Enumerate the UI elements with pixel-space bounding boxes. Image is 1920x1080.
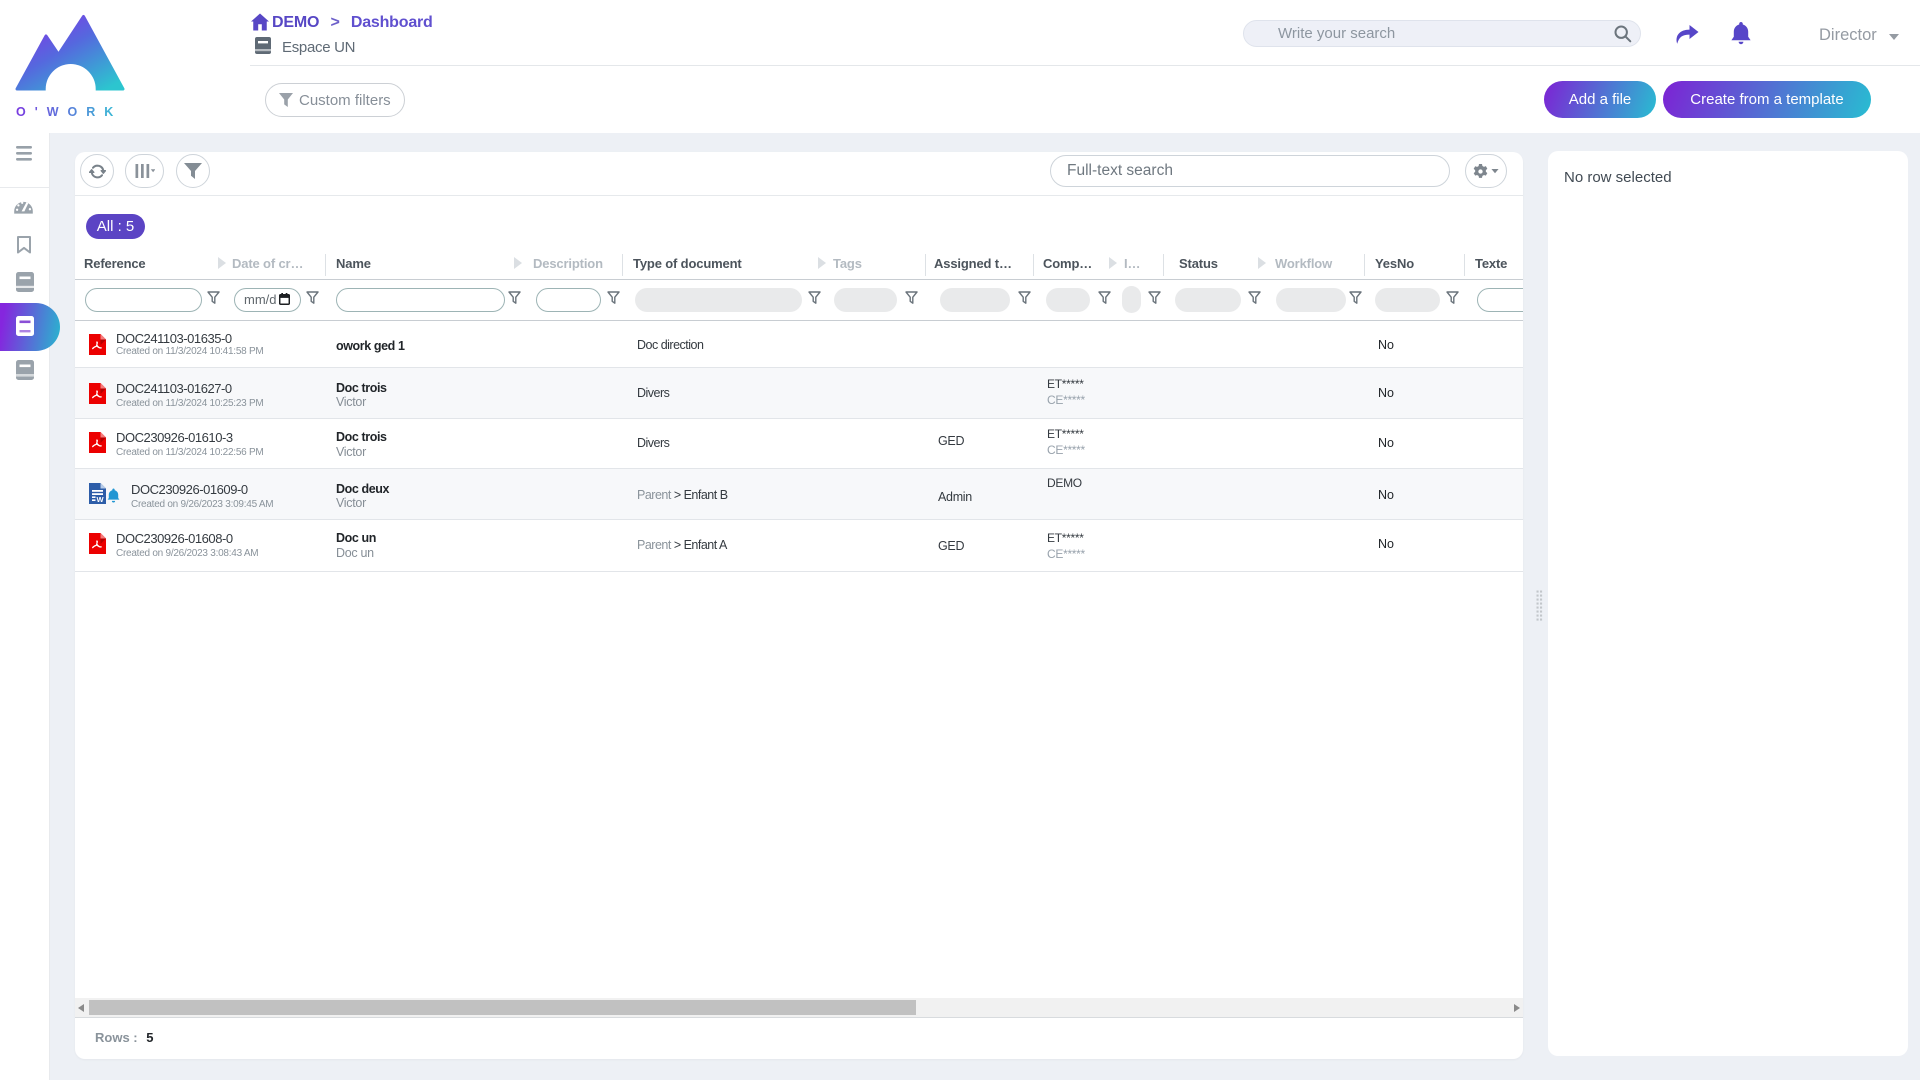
svg-text:O'WORK: O'WORK [16, 105, 122, 119]
svg-text:W: W [97, 495, 105, 504]
